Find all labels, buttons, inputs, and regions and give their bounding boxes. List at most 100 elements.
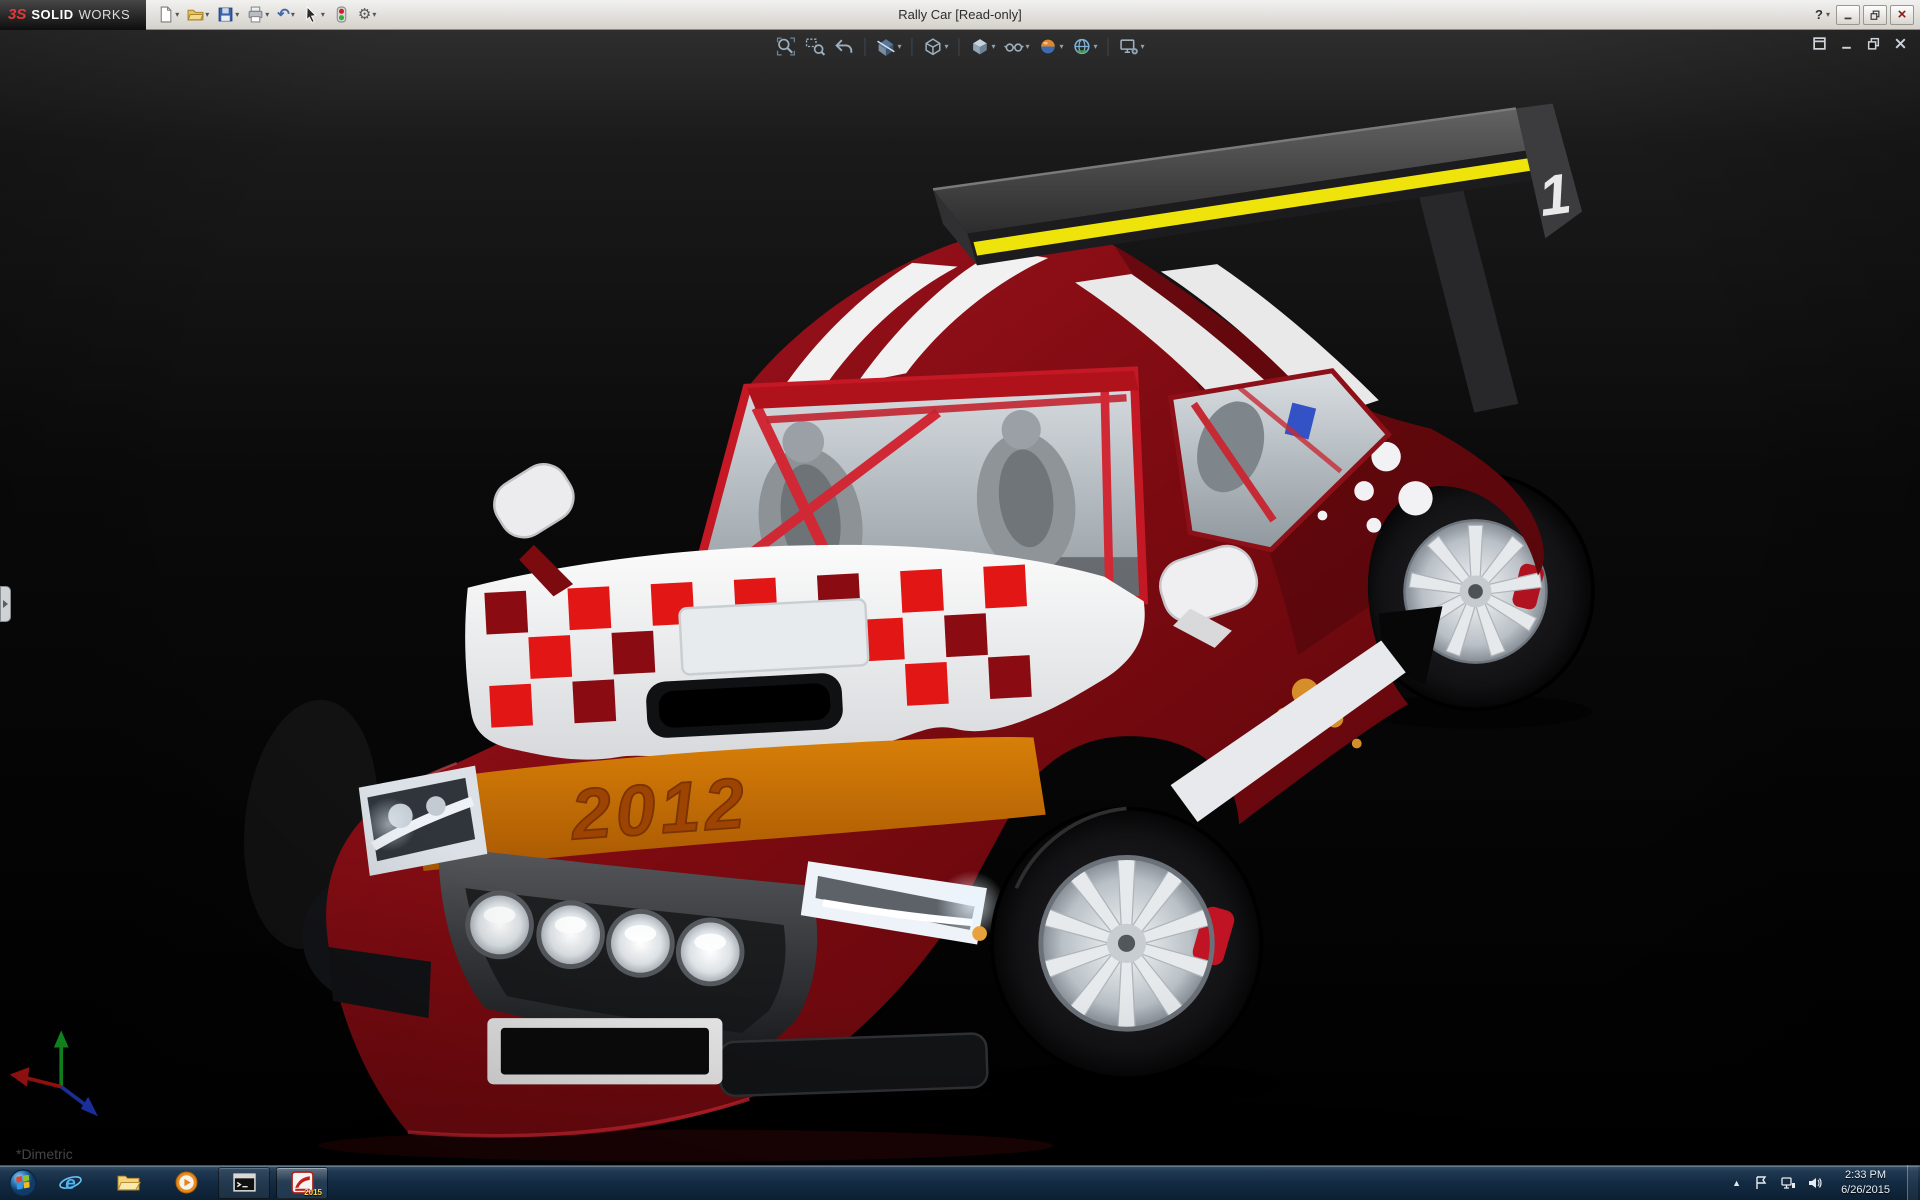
dropdown-arrow-icon: ▾ (1025, 43, 1029, 51)
apply-scene-button[interactable]: ▾ (1070, 34, 1100, 59)
license-plate (501, 1028, 709, 1075)
hide-show-items-icon (1003, 36, 1024, 57)
toolbar-separator (958, 38, 959, 56)
view-settings-button[interactable]: ▾ (1117, 34, 1147, 59)
featuremanager-flyout-tab[interactable] (0, 586, 11, 622)
doc-minimize-button[interactable] (1837, 34, 1856, 53)
3ds-logo-icon: 3S (8, 6, 26, 23)
media-player-icon (174, 1170, 199, 1195)
display-style-icon (969, 36, 990, 57)
restore-icon (1866, 36, 1881, 51)
clock-date: 6/26/2015 (1841, 1183, 1890, 1198)
zoom-to-area-button[interactable] (802, 34, 827, 59)
network-button[interactable] (1779, 1174, 1797, 1192)
view-settings-icon (1119, 36, 1140, 57)
undo-icon: ↶ (277, 7, 290, 22)
dropdown-arrow-icon: ▾ (265, 11, 269, 19)
minimize-button[interactable] (1836, 5, 1860, 25)
dropdown-arrow-icon: ▾ (291, 11, 295, 19)
command-prompt-icon (232, 1170, 257, 1195)
graphics-area: 2012 (0, 30, 1920, 1164)
rear-wing: 1 (933, 104, 1582, 266)
action-center-flag-icon (1753, 1175, 1769, 1191)
restore-icon (1869, 9, 1881, 21)
taskbar: e 2015 ▲ 2:33 PM 6/26/2015 (0, 1164, 1920, 1200)
rebuild-button[interactable] (330, 2, 353, 28)
print-button[interactable]: ▾ (244, 2, 272, 28)
taskbar-item-internet-explorer[interactable]: e (44, 1167, 96, 1199)
volume-icon (1807, 1175, 1823, 1191)
close-icon (1893, 36, 1908, 51)
zoom-to-fit-button[interactable] (773, 34, 798, 59)
taskbar-item-command-prompt[interactable] (218, 1167, 270, 1199)
windows-start-icon (8, 1168, 38, 1198)
options-button[interactable]: ⚙▾ (355, 2, 379, 28)
system-tray: ▲ 2:33 PM 6/26/2015 (1730, 1165, 1920, 1200)
show-hidden-icons-button[interactable]: ▲ (1730, 1176, 1743, 1190)
dropdown-arrow-icon: ▾ (991, 43, 995, 51)
taskbar-item-media-player[interactable] (160, 1167, 212, 1199)
svg-text:e: e (65, 1172, 75, 1193)
print-icon (247, 6, 264, 23)
select-cursor-icon (303, 6, 320, 23)
help-button[interactable]: ?▾ (1810, 2, 1833, 28)
toolbar-separator (864, 38, 865, 56)
doc-close-button[interactable] (1891, 34, 1910, 53)
undo-button[interactable]: ↶▾ (274, 2, 298, 28)
edit-appearance-button[interactable]: ▾ (1036, 34, 1066, 59)
lower-mesh-intake (719, 1033, 988, 1096)
dropdown-arrow-icon: ▾ (897, 43, 901, 51)
taskbar-item-solidworks[interactable]: 2015 (276, 1167, 328, 1199)
open-folder-icon (187, 6, 204, 23)
front-right-wheel (992, 808, 1261, 1078)
view-orientation-button[interactable]: ▾ (920, 34, 950, 59)
dropdown-arrow-icon: ▾ (175, 11, 179, 19)
hidden-icons-arrow-icon: ▲ (1732, 1178, 1741, 1188)
save-icon (217, 6, 234, 23)
doc-restore-button[interactable] (1864, 34, 1883, 53)
dropdown-arrow-icon: ▾ (1094, 43, 1098, 51)
view-orientation-icon (922, 36, 943, 57)
quick-access-toolbar: ▾ ▾ ▾ ▾ ↶▾ ▾ ⚙▾ (154, 2, 379, 28)
window-controls: ?▾ × (1810, 2, 1920, 28)
dropdown-arrow-icon: ▾ (1826, 11, 1830, 19)
save-button[interactable]: ▾ (214, 2, 242, 28)
network-icon (1780, 1175, 1796, 1191)
dropdown-arrow-icon: ▾ (372, 11, 376, 19)
view-orientation-label: *Dimetric (16, 1146, 73, 1162)
restore-button[interactable] (1863, 5, 1887, 25)
select-button[interactable]: ▾ (300, 2, 328, 28)
document-window-controls (1810, 34, 1910, 53)
toolbar-separator (911, 38, 912, 56)
gear-icon: ⚙ (358, 7, 371, 22)
show-desktop-button[interactable] (1907, 1165, 1918, 1200)
dropdown-arrow-icon: ▾ (235, 11, 239, 19)
taskbar-item-windows-explorer[interactable] (102, 1167, 154, 1199)
section-view-icon (875, 36, 896, 57)
taskbar-clock[interactable]: 2:33 PM 6/26/2015 (1833, 1168, 1898, 1198)
hood-scoop-plinth (679, 599, 868, 675)
minimize-icon (1842, 9, 1854, 21)
hide-show-items-button[interactable]: ▾ (1001, 34, 1031, 59)
solidworks-year-label: 2015 (304, 1188, 322, 1197)
new-document-icon (157, 6, 174, 23)
previous-view-button[interactable] (831, 34, 856, 59)
clock-time: 2:33 PM (1841, 1168, 1890, 1183)
display-style-button[interactable]: ▾ (967, 34, 997, 59)
close-button[interactable]: × (1890, 5, 1914, 25)
titlebar: 3SSOLIDWORKS ▾ ▾ ▾ ▾ ↶▾ ▾ ⚙▾ Rally Car [… (0, 0, 1920, 30)
open-button[interactable]: ▾ (184, 2, 212, 28)
taskbar-items: e 2015 (44, 1167, 328, 1199)
viewport-canvas[interactable]: 2012 (0, 30, 1920, 1164)
zoom-to-area-icon (804, 36, 825, 57)
year-decal: 2012 (567, 764, 752, 855)
heads-up-view-toolbar: ▾ ▾ ▾ ▾ ▾ ▾ ▾ (773, 34, 1146, 59)
start-button[interactable] (6, 1166, 40, 1200)
folder-icon (116, 1170, 141, 1195)
zoom-to-fit-icon (775, 36, 796, 57)
section-view-button[interactable]: ▾ (873, 34, 903, 59)
new-document-button[interactable]: ▾ (154, 2, 182, 28)
volume-button[interactable] (1806, 1174, 1824, 1192)
action-center-button[interactable] (1752, 1174, 1770, 1192)
dock-window-button[interactable] (1810, 34, 1829, 53)
